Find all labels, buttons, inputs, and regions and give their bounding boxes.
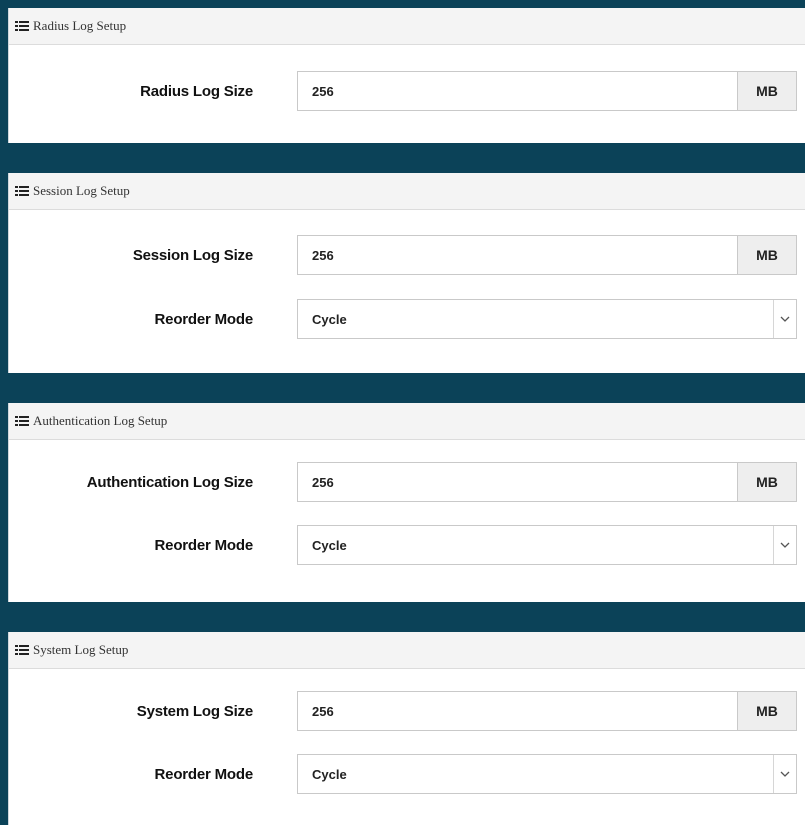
panel-header: Session Log Setup (9, 173, 805, 210)
session-reorder-mode-row: Reorder Mode Cycle (9, 299, 805, 339)
authentication-log-size-group: MB (297, 462, 797, 502)
radius-log-size-row: Radius Log Size MB (9, 71, 805, 111)
list-icon (15, 416, 29, 426)
system-log-size-group: MB (297, 691, 797, 731)
panel-header: System Log Setup (9, 632, 805, 669)
system-log-size-row: System Log Size MB (9, 691, 805, 731)
authentication-log-panel: Authentication Log Setup Authentication … (8, 403, 805, 602)
radius-log-size-group: MB (297, 71, 797, 111)
list-icon (15, 645, 29, 655)
panel-title: Radius Log Setup (33, 18, 127, 33)
session-log-size-group: MB (297, 235, 797, 275)
authentication-log-size-row: Authentication Log Size MB (9, 462, 805, 502)
authentication-log-size-input[interactable] (297, 462, 737, 502)
radius-log-size-input[interactable] (297, 71, 737, 111)
system-reorder-mode-row: Reorder Mode Cycle (9, 754, 805, 794)
system-reorder-mode-label: Reorder Mode (154, 765, 254, 783)
list-icon (15, 186, 29, 196)
session-log-size-label: Session Log Size (132, 246, 253, 264)
size-unit-addon: MB (737, 462, 797, 502)
size-unit-addon: MB (737, 691, 797, 731)
size-unit-addon: MB (737, 235, 797, 275)
system-log-panel: System Log Setup System Log Size MB Reor… (8, 632, 805, 825)
panel-header: Radius Log Setup (9, 8, 805, 45)
chevron-down-icon[interactable] (773, 755, 796, 793)
session-log-panel: Session Log Setup Session Log Size MB Re… (8, 173, 805, 373)
session-reorder-mode-select[interactable]: Cycle (297, 299, 797, 339)
select-value: Cycle (312, 766, 347, 782)
system-reorder-mode-select[interactable]: Cycle (297, 754, 797, 794)
panel-title: System Log Setup (33, 642, 129, 657)
authentication-log-size-label: Authentication Log Size (86, 473, 253, 491)
radius-log-size-label: Radius Log Size (140, 82, 253, 100)
session-reorder-mode-label: Reorder Mode (154, 310, 254, 328)
system-log-size-label: System Log Size (136, 702, 253, 720)
authentication-reorder-mode-row: Reorder Mode Cycle (9, 525, 805, 565)
panel-title: Session Log Setup (33, 183, 130, 198)
session-log-size-input[interactable] (297, 235, 737, 275)
authentication-reorder-mode-select[interactable]: Cycle (297, 525, 797, 565)
chevron-down-icon[interactable] (773, 300, 796, 338)
panel-header: Authentication Log Setup (9, 403, 805, 440)
select-value: Cycle (312, 537, 347, 553)
size-unit-addon: MB (737, 71, 797, 111)
list-icon (15, 21, 29, 31)
authentication-reorder-mode-label: Reorder Mode (154, 536, 254, 554)
panel-title: Authentication Log Setup (33, 413, 168, 428)
chevron-down-icon[interactable] (773, 526, 796, 564)
system-log-size-input[interactable] (297, 691, 737, 731)
radius-log-panel: Radius Log Setup Radius Log Size MB (8, 8, 805, 143)
select-value: Cycle (312, 311, 347, 327)
session-log-size-row: Session Log Size MB (9, 235, 805, 275)
